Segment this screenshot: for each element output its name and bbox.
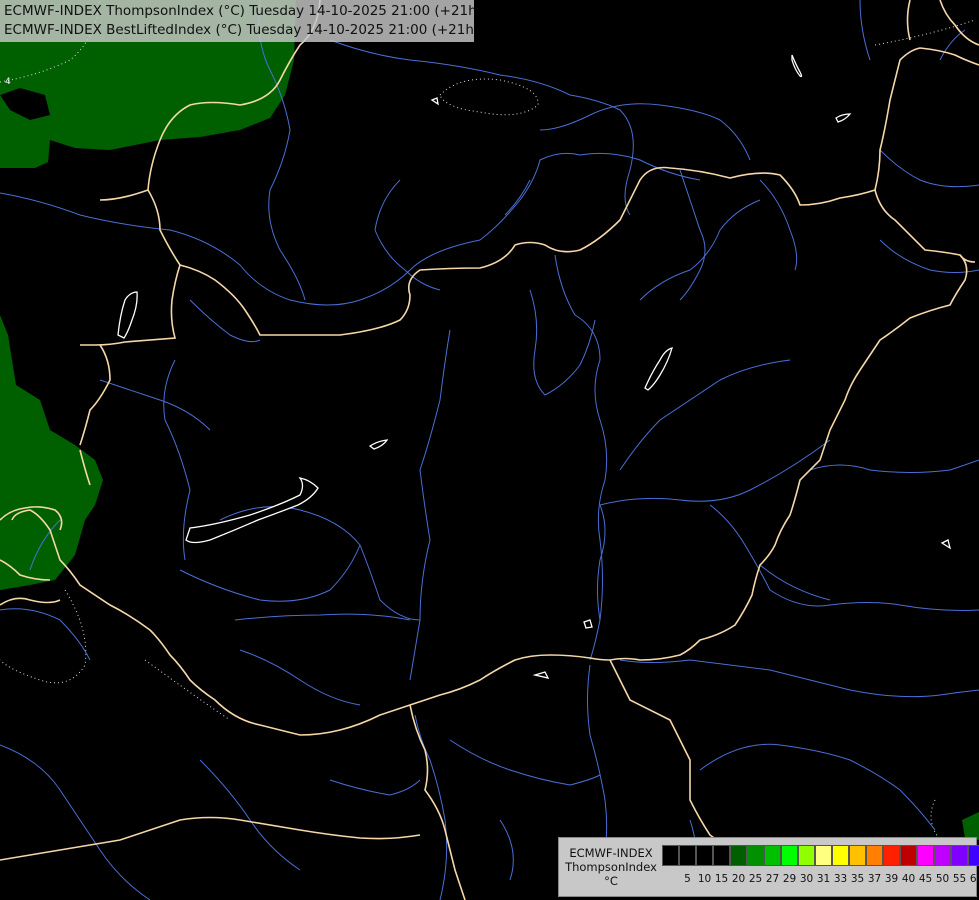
legend-tick-label: 60 xyxy=(969,873,979,885)
map-title-line-1: ECMWF-INDEX ThompsonIndex (°C) Tuesday 1… xyxy=(4,3,474,19)
legend-tick-label: 35 xyxy=(850,873,865,885)
legend-swatch xyxy=(900,845,917,866)
legend-swatch xyxy=(696,845,713,866)
legend-tick-label: 10 xyxy=(697,873,712,885)
map-title-panel: ECMWF-INDEX ThompsonIndex (°C) Tuesday 1… xyxy=(0,0,474,42)
legend-tick-label: 30 xyxy=(799,873,814,885)
legend-tick-label: 39 xyxy=(884,873,899,885)
legend-tick-label: 55 xyxy=(952,873,967,885)
legend-swatch xyxy=(730,845,747,866)
legend-swatch xyxy=(798,845,815,866)
legend-swatch xyxy=(951,845,968,866)
legend-tick-label: 29 xyxy=(782,873,797,885)
legend-swatch xyxy=(934,845,951,866)
legend-title: ECMWF-INDEX xyxy=(569,846,653,860)
weather-map xyxy=(0,0,979,900)
legend-swatch xyxy=(662,845,679,866)
legend-tick-label: 31 xyxy=(816,873,831,885)
legend-swatch xyxy=(815,845,832,866)
legend-swatch xyxy=(832,845,849,866)
color-legend: ECMWF-INDEX ThompsonIndex °C 5 10 15 20 25 27… xyxy=(558,837,979,897)
legend-tick-label: 25 xyxy=(748,873,763,885)
legend-tick-label: 37 xyxy=(867,873,882,885)
legend-swatch xyxy=(781,845,798,866)
legend-swatch xyxy=(917,845,934,866)
legend-param: ThompsonIndex xyxy=(565,860,657,874)
legend-swatch xyxy=(747,845,764,866)
legend-tick-label: 15 xyxy=(714,873,729,885)
legend-ticks: 5 1015202527293031333537394045505560 xyxy=(662,873,979,887)
legend-tick-label: 33 xyxy=(833,873,848,885)
legend-swatch xyxy=(849,845,866,866)
legend-swatches xyxy=(662,845,979,866)
legend-label: ECMWF-INDEX ThompsonIndex °C xyxy=(563,846,659,888)
legend-tick-label: 27 xyxy=(765,873,780,885)
contour-label: 4 xyxy=(5,77,11,87)
legend-tick-label: 45 xyxy=(918,873,933,885)
legend-tick-label: 50 xyxy=(935,873,950,885)
legend-swatch xyxy=(883,845,900,866)
legend-swatch xyxy=(679,845,696,866)
legend-unit: °C xyxy=(604,874,618,888)
legend-swatch xyxy=(764,845,781,866)
legend-tick-label: 5 xyxy=(684,873,691,885)
map-title-line-2: ECMWF-INDEX BestLiftedIndex (°C) Tuesday… xyxy=(4,22,474,38)
legend-tick-label: 20 xyxy=(731,873,746,885)
legend-swatch xyxy=(713,845,730,866)
legend-swatch xyxy=(866,845,883,866)
legend-tick-label: 40 xyxy=(901,873,916,885)
legend-swatch xyxy=(968,845,979,866)
